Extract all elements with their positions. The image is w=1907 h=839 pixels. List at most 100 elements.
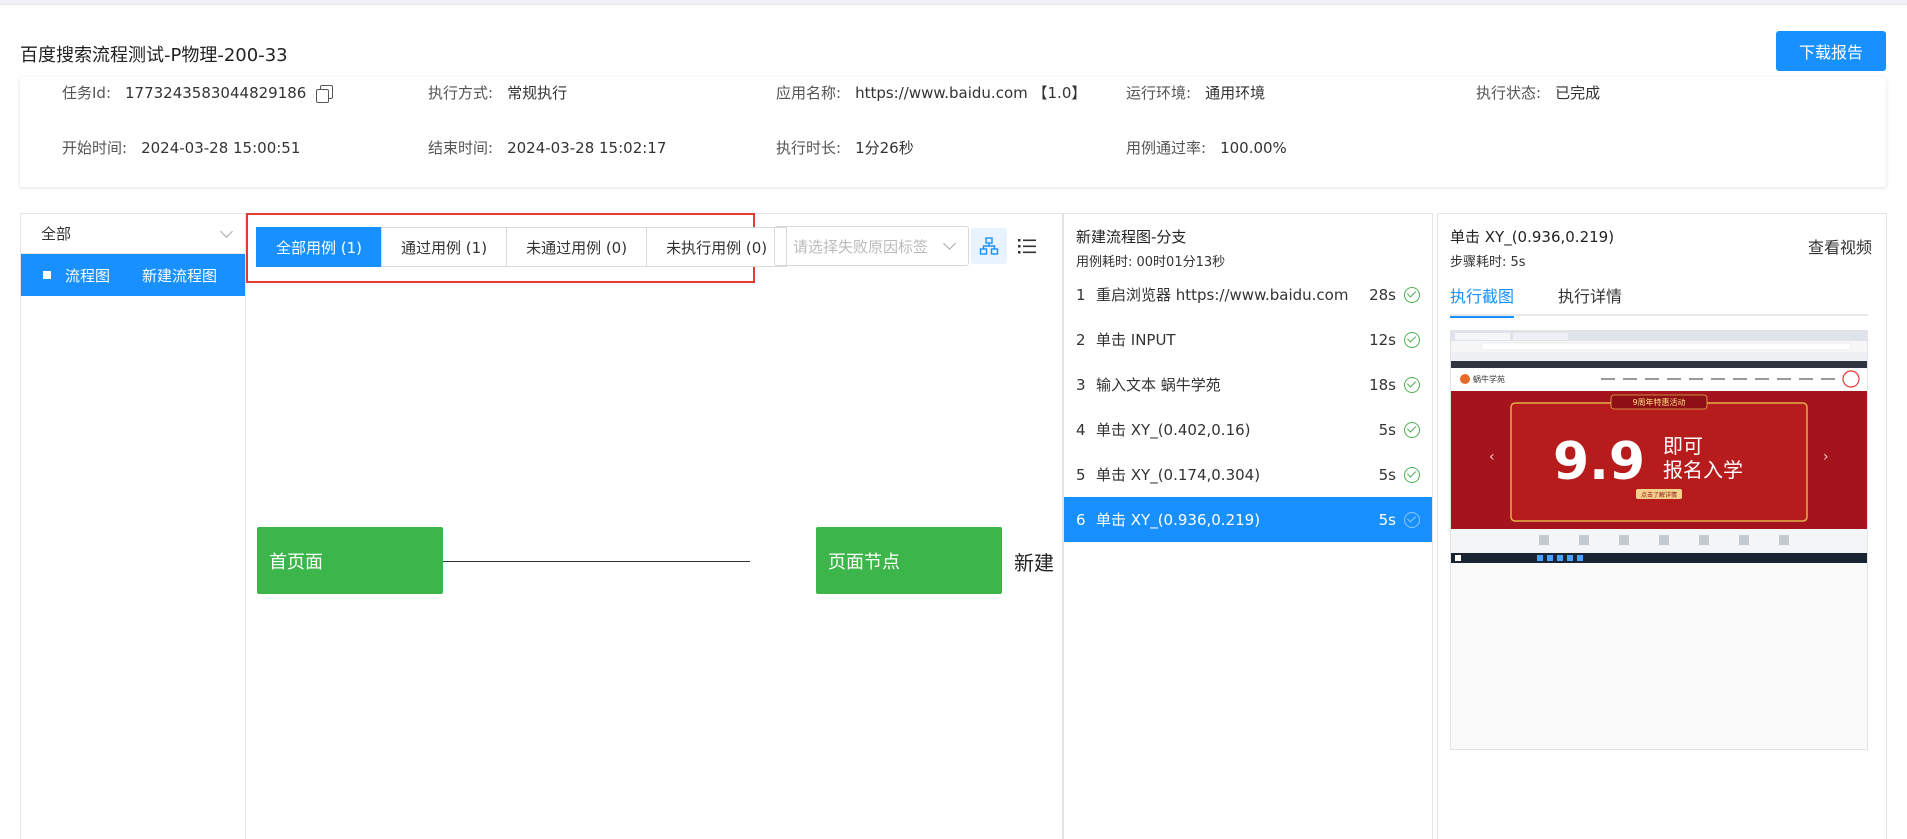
info-start: 开始时间: 2024-03-28 15:00:51 (62, 137, 300, 158)
detail-header: 单击 XY_(0.936,0.219) 步骤耗时: 5s (1450, 226, 1614, 270)
status-label: 执行状态: (1476, 84, 1542, 102)
case-filter-tabs: 全部用例 (1) 通过用例 (1) 未通过用例 (0) 未执行用例 (0) (256, 227, 788, 267)
bullet-icon (43, 271, 51, 279)
step-row[interactable]: 4 单击 XY_(0.402,0.16) 5s (1064, 407, 1432, 452)
task-info-card: 任务Id: 1773243583044829186 执行方式: 常规执行 应用名… (20, 77, 1886, 187)
duration-label: 执行时长: (776, 139, 842, 157)
failure-reason-placeholder: 请选择失败原因标签 (793, 237, 929, 256)
success-check-icon (1404, 511, 1420, 528)
app-name-label: 应用名称: (776, 84, 842, 102)
list-view-icon[interactable] (1009, 228, 1045, 264)
steps-header: 新建流程图-分支 用例耗时: 00时01分13秒 (1064, 214, 1432, 272)
step-row[interactable]: 3 输入文本 蜗牛学苑 18s (1064, 362, 1432, 407)
tab-screenshot[interactable]: 执行截图 (1450, 284, 1515, 318)
screenshot-banner-big: 9.9 (1553, 432, 1645, 492)
steps-panel: 新建流程图-分支 用例耗时: 00时01分13秒 1 重启浏览器 https:/… (1063, 213, 1433, 839)
tree-item-name: 新建流程图 (142, 266, 218, 285)
tree-item-flowchart[interactable]: 流程图 新建流程图 (21, 254, 245, 296)
task-id-label: 任务Id: (62, 84, 111, 102)
step-duration: 12s (1369, 330, 1396, 349)
flow-node-page[interactable]: 页面节点 (816, 527, 1002, 594)
pass-rate-value: 100.00% (1220, 138, 1287, 157)
chevron-down-icon (220, 224, 233, 238)
step-name: 单击 XY_(0.402,0.16) (1096, 421, 1251, 439)
success-check-icon (1404, 286, 1420, 303)
env-label: 运行环境: (1126, 84, 1192, 102)
start-label: 开始时间: (62, 139, 128, 157)
duration-value: 1分26秒 (855, 139, 914, 157)
flow-node-home[interactable]: 首页面 (257, 527, 443, 594)
step-number: 2 (1076, 330, 1086, 349)
tab-unexecuted-cases[interactable]: 未执行用例 (0) (646, 227, 788, 267)
exec-mode-label: 执行方式: (428, 84, 494, 102)
screenshot-banner-side1: 即可 (1663, 434, 1703, 458)
tree-item-type: 流程图 (65, 266, 111, 285)
tab-details[interactable]: 执行详情 (1558, 284, 1622, 316)
step-number: 5 (1076, 465, 1086, 484)
step-duration: 5s (1378, 510, 1396, 529)
execution-screenshot[interactable]: 蜗牛学苑 9周年特惠活动 9.9 即可 报名入学 点击了解详情 ‹ › (1451, 331, 1867, 563)
info-env: 运行环境: 通用环境 (1126, 82, 1265, 103)
svg-text:‹: ‹ (1489, 449, 1495, 465)
info-duration: 执行时长: 1分26秒 (776, 137, 914, 158)
tab-passed-cases[interactable]: 通过用例 (1) (381, 227, 508, 267)
end-label: 结束时间: (428, 139, 494, 157)
info-end: 结束时间: 2024-03-28 15:02:17 (428, 137, 666, 158)
step-name: 单击 INPUT (1096, 331, 1176, 349)
step-name: 单击 XY_(0.936,0.219) (1096, 511, 1261, 529)
step-row[interactable]: 2 单击 INPUT 12s (1064, 317, 1432, 362)
success-check-icon (1404, 421, 1420, 438)
step-name: 输入文本 蜗牛学苑 (1096, 376, 1221, 394)
screenshot-logo: 蜗牛学苑 (1473, 374, 1505, 384)
detail-tabs: 执行截图 执行详情 (1450, 284, 1868, 318)
tree-view-icon[interactable] (971, 228, 1007, 264)
tab-all-cases[interactable]: 全部用例 (1) (256, 227, 383, 267)
screenshot-frame: 蜗牛学苑 9周年特惠活动 9.9 即可 报名入学 点击了解详情 ‹ › (1450, 330, 1868, 750)
step-row[interactable]: 5 单击 XY_(0.174,0.304) 5s (1064, 452, 1432, 497)
info-exec-mode: 执行方式: 常规执行 (428, 82, 567, 103)
page-title: 百度搜索流程测试-P物理-200-33 (20, 45, 288, 66)
flow-canvas-panel: 全部用例 (1) 通过用例 (1) 未通过用例 (0) 未执行用例 (0) 请选… (246, 213, 1063, 839)
step-detail-panel: 单击 XY_(0.936,0.219) 步骤耗时: 5s 查看视频 执行截图 执… (1437, 213, 1887, 839)
step-name: 单击 XY_(0.174,0.304) (1096, 466, 1261, 484)
screenshot-banner-top: 9周年特惠活动 (1632, 397, 1685, 407)
step-number: 6 (1076, 510, 1086, 529)
detail-duration: 步骤耗时: 5s (1450, 255, 1526, 270)
step-number: 1 (1076, 285, 1086, 304)
step-duration: 5s (1378, 465, 1396, 484)
exec-mode-value: 常规执行 (507, 84, 568, 102)
end-value: 2024-03-28 15:02:17 (507, 138, 667, 157)
view-video-link[interactable]: 查看视频 (1808, 234, 1872, 258)
flow-node-new[interactable]: 新建 (1014, 547, 1054, 576)
success-check-icon (1404, 466, 1420, 483)
download-report-button[interactable]: 下载报告 (1776, 31, 1886, 71)
report-page: 百度搜索流程测试-P物理-200-33 下载报告 任务Id: 177324358… (0, 4, 1907, 839)
flow-filter-select[interactable]: 全部 (21, 214, 245, 254)
step-row-selected[interactable]: 6 单击 XY_(0.936,0.219) 5s (1064, 497, 1432, 542)
info-app-name: 应用名称: https://www.baidu.com 【1.0】 (776, 82, 1086, 103)
flow-filter-value: 全部 (41, 225, 72, 243)
success-check-icon (1404, 331, 1420, 348)
failure-reason-select[interactable]: 请选择失败原因标签 (774, 226, 969, 266)
detail-title: 单击 XY_(0.936,0.219) (1450, 228, 1615, 246)
screenshot-image: 蜗牛学苑 9周年特惠活动 9.9 即可 报名入学 点击了解详情 ‹ › (1451, 331, 1867, 563)
step-duration: 28s (1369, 285, 1396, 304)
start-value: 2024-03-28 15:00:51 (141, 138, 301, 157)
step-row[interactable]: 1 重启浏览器 https://www.baidu.com 28s (1064, 272, 1432, 317)
status-value: 已完成 (1555, 84, 1601, 102)
step-name: 重启浏览器 https://www.baidu.com (1096, 286, 1349, 304)
screenshot-banner-side2: 报名入学 (1663, 458, 1743, 482)
env-value: 通用环境 (1205, 84, 1266, 102)
copy-icon[interactable] (316, 84, 334, 103)
step-number: 3 (1076, 375, 1086, 394)
svg-text:›: › (1823, 449, 1829, 465)
task-id-value: 1773243583044829186 (125, 83, 307, 102)
tab-failed-cases[interactable]: 未通过用例 (0) (506, 227, 648, 267)
flow-edge (442, 561, 750, 562)
step-duration: 18s (1369, 375, 1396, 394)
success-check-icon (1404, 376, 1420, 393)
steps-title: 新建流程图-分支 (1076, 228, 1187, 246)
pass-rate-label: 用例通过率: (1126, 139, 1207, 157)
step-number: 4 (1076, 420, 1086, 439)
step-duration: 5s (1378, 420, 1396, 439)
